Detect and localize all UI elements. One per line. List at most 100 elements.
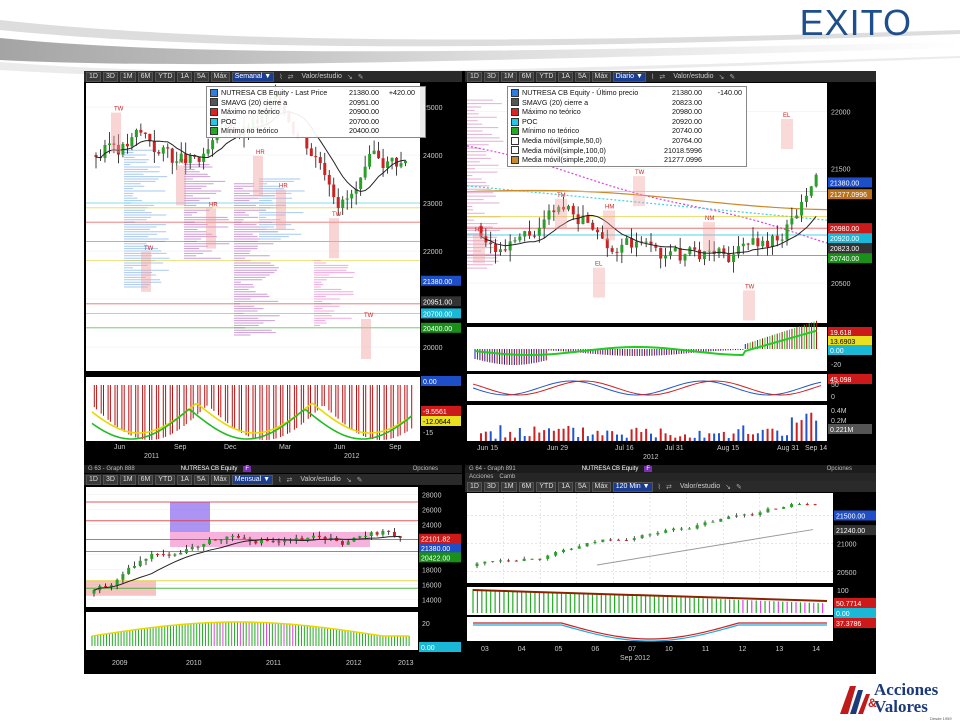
candle-body — [624, 539, 628, 541]
candle-body — [780, 239, 784, 241]
candle-body — [591, 222, 595, 230]
candle-body — [775, 235, 779, 241]
y-tick: 22000 — [831, 110, 851, 117]
candle-body — [702, 251, 706, 260]
volume-bar — [645, 428, 648, 441]
x-tick: Jul 16 — [615, 445, 634, 452]
legend-name: POC — [221, 116, 237, 126]
y-tick: 21500 — [831, 167, 851, 174]
candle-body — [340, 540, 344, 545]
x-tick: 2009 — [112, 660, 128, 667]
x-year: Sep 2012 — [620, 655, 650, 662]
volume-bar — [480, 433, 482, 441]
candle-body — [538, 558, 542, 560]
pattern-box — [329, 218, 339, 259]
candle-body — [523, 231, 527, 237]
volume-bar — [548, 428, 550, 441]
candle-body — [346, 541, 350, 545]
volume-bar — [591, 434, 594, 441]
volume-bar — [693, 437, 696, 441]
candle-body — [208, 539, 212, 545]
volume-bar — [601, 435, 604, 441]
candle-body — [364, 535, 368, 537]
volume-bar — [606, 430, 609, 441]
pattern-box — [593, 267, 605, 298]
candle-body — [804, 195, 808, 202]
x-year: 2012 — [643, 454, 659, 461]
volume-bar — [752, 434, 754, 441]
x-tick: Jul 31 — [665, 445, 684, 452]
candle-body — [242, 537, 246, 539]
price-label: 20980.00 — [830, 226, 859, 233]
volume-bar — [771, 428, 774, 441]
candle-body — [312, 535, 316, 538]
volume-bar — [815, 420, 818, 441]
volume-bar — [518, 428, 521, 441]
legend-name: NUTRESA CB Equity - Last Price — [221, 88, 328, 97]
candle-body — [514, 560, 518, 562]
candle-body — [678, 247, 682, 261]
candle-body — [294, 537, 298, 540]
candle-body — [314, 156, 318, 158]
candle-body — [656, 532, 660, 535]
candle-body — [593, 541, 597, 544]
candle-body — [585, 543, 589, 547]
osc-zero-label: 0.00 — [421, 645, 435, 652]
candle-body — [785, 224, 789, 240]
slide-title: EXITO — [799, 2, 912, 43]
candle-body — [813, 504, 817, 506]
volume-bar — [596, 430, 599, 441]
x-tick: 2010 — [186, 660, 202, 667]
price-label: 21380.00 — [421, 546, 450, 553]
candle-body — [277, 541, 281, 543]
candle-body — [197, 156, 201, 162]
legend-value: 20740.00 — [672, 126, 702, 136]
candle-body — [375, 532, 379, 535]
legend-value: 21380.00 — [349, 88, 379, 97]
volume-bar — [625, 437, 628, 441]
x-tick: 03 — [481, 646, 489, 653]
candle-body — [475, 563, 479, 567]
vol-tick: 0.4M — [831, 408, 847, 415]
legend-value: 20764.00 — [672, 135, 702, 145]
legend-name: Máximo no teórico — [522, 107, 581, 117]
candle-body — [332, 184, 336, 198]
candle-body — [596, 229, 600, 233]
pattern-box — [473, 233, 485, 264]
candle-body — [132, 565, 136, 568]
volume-bar — [523, 436, 526, 441]
osc-tick: -20 — [831, 362, 841, 369]
y-tick: 14000 — [422, 598, 442, 605]
candle-body — [184, 549, 188, 553]
osc-zero-label: 0.00 — [836, 611, 850, 618]
logo-text-valores: Valores — [874, 697, 928, 716]
legend-value: 20980.00 — [672, 107, 702, 117]
legend-swatch — [511, 146, 519, 155]
price-label: 21240.00 — [836, 528, 865, 535]
logo-mark — [840, 686, 870, 714]
candle-body — [766, 508, 770, 513]
pattern-box — [555, 199, 567, 229]
candle-body — [547, 210, 551, 220]
legend-row: NUTRESA CB Equity - Último precio 21380.0… — [511, 88, 743, 98]
volume-bar — [727, 437, 730, 441]
volume-label: 0.221M — [830, 427, 854, 434]
candle-body — [711, 521, 715, 523]
volume-bar — [732, 433, 735, 441]
candle-body — [522, 558, 526, 561]
candle-body — [727, 254, 731, 263]
candle-body — [800, 201, 804, 216]
candle-body — [359, 177, 363, 190]
legend-swatch — [511, 155, 519, 164]
volume-bar — [650, 433, 652, 441]
osc-tick: -15 — [423, 430, 433, 437]
legend-value: 20900.00 — [349, 107, 379, 117]
candle-body — [750, 514, 754, 516]
candle-body — [615, 251, 619, 253]
candle-body — [213, 539, 217, 541]
volume-bar — [552, 430, 555, 441]
candle-body — [609, 539, 613, 541]
candle-body — [317, 535, 321, 537]
pattern-label: HR — [179, 159, 188, 165]
candle-body — [577, 546, 581, 549]
